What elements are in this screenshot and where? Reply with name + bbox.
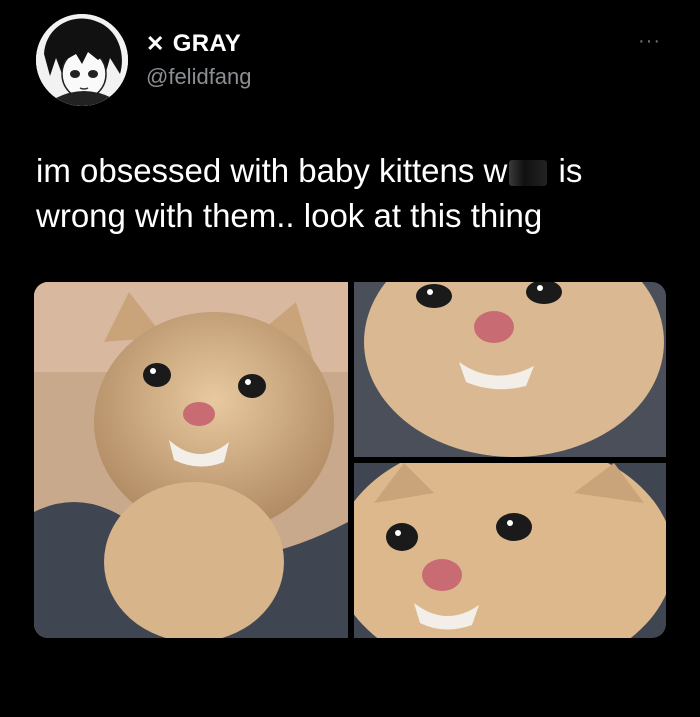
avatar[interactable] bbox=[36, 14, 128, 106]
author-handle[interactable]: @felidfang bbox=[146, 64, 252, 90]
kitten-image bbox=[354, 282, 666, 457]
media-grid bbox=[34, 282, 666, 638]
x-icon: ✕ bbox=[146, 31, 165, 56]
more-options-icon[interactable]: ··· bbox=[638, 30, 661, 53]
redaction-mark bbox=[509, 160, 548, 187]
kitten-photo-bottom-right[interactable] bbox=[354, 463, 666, 638]
kitten-image bbox=[34, 282, 348, 638]
kitten-photo-left[interactable] bbox=[34, 282, 348, 638]
tweet-text-part1: im obsessed with baby kittens w bbox=[36, 152, 508, 189]
anime-avatar-icon bbox=[36, 14, 128, 106]
display-name: GRAY bbox=[172, 30, 242, 57]
kitten-photo-top-right[interactable] bbox=[354, 282, 666, 457]
author-name[interactable]: ✕ GRAY bbox=[146, 30, 241, 58]
kitten-image bbox=[354, 463, 666, 638]
tweet-text: im obsessed with baby kittens w is wrong… bbox=[36, 148, 666, 238]
